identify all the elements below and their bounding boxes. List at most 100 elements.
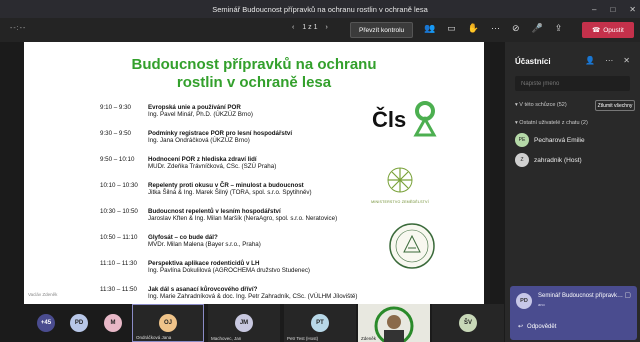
panel-more-icon[interactable]: ⋯ bbox=[605, 56, 613, 65]
minimize-button[interactable]: – bbox=[592, 5, 596, 14]
leave-button[interactable]: ☎ Opustit bbox=[582, 22, 634, 38]
notification-message: ano bbox=[538, 302, 545, 307]
window-titlebar: Seminář Budoucnost přípravků na ochranu … bbox=[0, 0, 640, 18]
ministry-logo: MINISTERSTVO ZEMĚDĚLSTVÍ bbox=[368, 160, 432, 208]
window-title: Seminář Budoucnost přípravků na ochranu … bbox=[212, 4, 428, 14]
chat-icon[interactable]: ▭ bbox=[447, 23, 456, 34]
take-control-button[interactable]: Převzít kontrolu bbox=[350, 22, 414, 38]
participant-name: Zdeněk bbox=[361, 336, 377, 341]
slide-title: Budoucnost přípravků na ochranu rostlin … bbox=[24, 56, 484, 92]
agenda-speaker: MVDr. Milan Malena (Bayer s.r.o., Praha) bbox=[148, 241, 261, 249]
panel-title: Účastníci bbox=[515, 57, 551, 66]
meeting-toolbar: --:-- ‹ 1 z 1 › Převzít kontrolu 👥 ▭ ✋ ⋯… bbox=[0, 18, 640, 42]
mic-icon[interactable]: 🎤 bbox=[532, 23, 543, 34]
raise-hand-icon[interactable]: ✋ bbox=[468, 23, 479, 34]
maximize-button[interactable]: □ bbox=[610, 5, 615, 14]
participant-video-tile[interactable]: Zdeněk bbox=[358, 304, 430, 342]
in-meeting-section[interactable]: ▾ V této schůzce (52) bbox=[515, 102, 567, 108]
agenda-talk: Jak dál s asanací kůrovcového dříví? bbox=[148, 286, 258, 293]
agenda-talk: Budoucnost repelentů v lesním hospodářst… bbox=[148, 208, 281, 215]
participant-item[interactable]: Z zahradnik (Host) bbox=[515, 153, 582, 167]
agenda-speaker: Ing. Pavlína Dokulilová (AGROCHEMA družs… bbox=[148, 267, 310, 275]
next-slide-icon[interactable]: › bbox=[326, 24, 328, 31]
agenda-talk: Evropská unie a používání POR bbox=[148, 104, 241, 111]
agenda-speaker: Jitka Šilná & Ing. Marek Šilný (TORA, sp… bbox=[148, 189, 312, 197]
participant-tile[interactable]: PT Petr Test (Host) bbox=[284, 304, 356, 342]
presentation-slide: Budoucnost přípravků na ochranu rostlin … bbox=[24, 42, 484, 304]
agenda-speaker: Jaroslav Kften & Ing. Milan Maršík (Nera… bbox=[148, 215, 338, 223]
share-icon[interactable]: ⇪ bbox=[555, 23, 563, 34]
add-person-icon[interactable]: 👤 bbox=[585, 56, 595, 65]
participant-video bbox=[374, 306, 414, 342]
agenda-time: 11:30 – 11:50 bbox=[100, 286, 137, 293]
notification-title: Seminář Budoucnost přípravk… bbox=[538, 293, 624, 299]
participant-name: Machovec, Jan bbox=[211, 336, 242, 341]
leave-label: Opustit bbox=[603, 26, 624, 34]
avatar: PD bbox=[516, 293, 532, 309]
slide-title-line2: rostlin v ochraně lesa bbox=[176, 74, 332, 91]
participants-strip: +45 PD M OJ Ondráčková Jana JM Machovec,… bbox=[0, 304, 505, 342]
agenda-time: 9:50 – 10:10 bbox=[100, 156, 135, 163]
slide-title-line1: Budoucnost přípravků na ochranu bbox=[131, 56, 377, 73]
agenda-speaker: Ing. Marie Zahradníková & doc. Ing. Petr… bbox=[148, 293, 358, 301]
page-indicator: 1 z 1 bbox=[302, 24, 318, 31]
participants-icon[interactable]: 👥 bbox=[424, 23, 435, 34]
shared-content-stage: Budoucnost přípravků na ochranu rostlin … bbox=[0, 42, 505, 304]
slide-pager: ‹ 1 z 1 › bbox=[292, 24, 328, 31]
agenda-time: 10:10 – 10:30 bbox=[100, 182, 138, 189]
in-meeting-label: V této schůzce (52) bbox=[519, 102, 567, 108]
mute-all-button[interactable]: Ztlumit všechny bbox=[595, 100, 635, 111]
avatar: Z bbox=[515, 153, 529, 167]
prev-slide-icon[interactable]: ‹ bbox=[292, 24, 294, 31]
slide-footer: Vacláv Zdeněk bbox=[28, 292, 58, 297]
others-label: Ostatní uživatelé z chatu (2) bbox=[519, 120, 588, 126]
avatar: ŠV bbox=[459, 314, 477, 332]
participant-tile[interactable]: PD bbox=[62, 304, 96, 342]
avatar: +45 bbox=[37, 314, 55, 332]
others-section[interactable]: ▾ Ostatní uživatelé z chatu (2) bbox=[515, 120, 588, 126]
agenda-speaker: Ing. Pavel Minář, Ph.D. (ÚKZÚZ Brno) bbox=[148, 111, 253, 119]
close-button[interactable]: ✕ bbox=[629, 5, 636, 14]
avatar: PT bbox=[311, 314, 329, 332]
avatar: JM bbox=[235, 314, 253, 332]
meeting-timer: --:-- bbox=[10, 25, 27, 32]
participant-name: zahradnik (Host) bbox=[534, 156, 582, 164]
seal-logo bbox=[388, 222, 436, 270]
agenda-time: 11:10 – 11:30 bbox=[100, 260, 137, 267]
participant-name: Ondráčková Jana bbox=[136, 335, 172, 340]
toolbar-icons: 👥 ▭ ✋ ⋯ ⊘ 🎤 ⇪ bbox=[424, 23, 562, 34]
more-options-icon[interactable]: ⋯ bbox=[491, 23, 500, 34]
panel-close-icon[interactable]: ✕ bbox=[623, 56, 630, 65]
agenda-speaker: Ing. Jana Ondráčková (ÚKZÚZ Brno) bbox=[148, 137, 250, 145]
avatar: M bbox=[104, 314, 122, 332]
agenda-speaker: MUDr. Zdeňka Trávníčková, CSc. (SZÚ Prah… bbox=[148, 163, 277, 171]
chat-notification[interactable]: PD Seminář Budoucnost přípravk… ano ▢ ↩ … bbox=[510, 286, 637, 340]
participant-search-input[interactable] bbox=[515, 76, 630, 91]
overflow-participants-tile[interactable]: +45 bbox=[28, 304, 64, 342]
reply-icon: ↩ bbox=[518, 324, 524, 330]
agenda-talk: Repelenty proti okusu v ČR – minulost a … bbox=[148, 182, 304, 189]
agenda-time: 9:10 – 9:30 bbox=[100, 104, 131, 111]
participant-tile[interactable]: JM Machovec, Jan bbox=[208, 304, 280, 342]
participant-name: Petr Test (Host) bbox=[287, 336, 319, 341]
cls-logo-text: Čls bbox=[372, 107, 406, 132]
agenda-time: 10:50 – 11:10 bbox=[100, 234, 138, 241]
camera-icon[interactable]: ⊘ bbox=[512, 23, 520, 34]
avatar: OJ bbox=[159, 314, 177, 332]
participant-tile[interactable]: OJ Ondráčková Jana bbox=[132, 304, 204, 342]
avatar: PD bbox=[70, 314, 88, 332]
avatar: PE bbox=[515, 133, 529, 147]
reply-button[interactable]: ↩ Odpovědět bbox=[518, 323, 556, 331]
participant-item[interactable]: PE Pecharová Emilie bbox=[515, 133, 585, 147]
agenda-talk: Perspektiva aplikace rodenticidů v LH bbox=[148, 260, 260, 267]
window-controls: – □ ✕ bbox=[592, 0, 636, 18]
panel-icons: 👤 ⋯ ✕ bbox=[585, 56, 630, 65]
participant-tile[interactable]: ŠV bbox=[432, 304, 504, 342]
agenda-time: 9:30 – 9:50 bbox=[100, 130, 131, 137]
phone-icon: ☎ bbox=[592, 27, 601, 34]
notification-close-icon[interactable]: ▢ bbox=[624, 291, 631, 299]
participant-tile[interactable]: M bbox=[96, 304, 130, 342]
agenda-talk: Podmínky registrace POR pro lesní hospod… bbox=[148, 130, 293, 137]
agenda-talk: Glyfosát – co bude dál? bbox=[148, 234, 218, 241]
agenda-talk: Hodnocení POR z hlediska zdraví lidí bbox=[148, 156, 257, 163]
